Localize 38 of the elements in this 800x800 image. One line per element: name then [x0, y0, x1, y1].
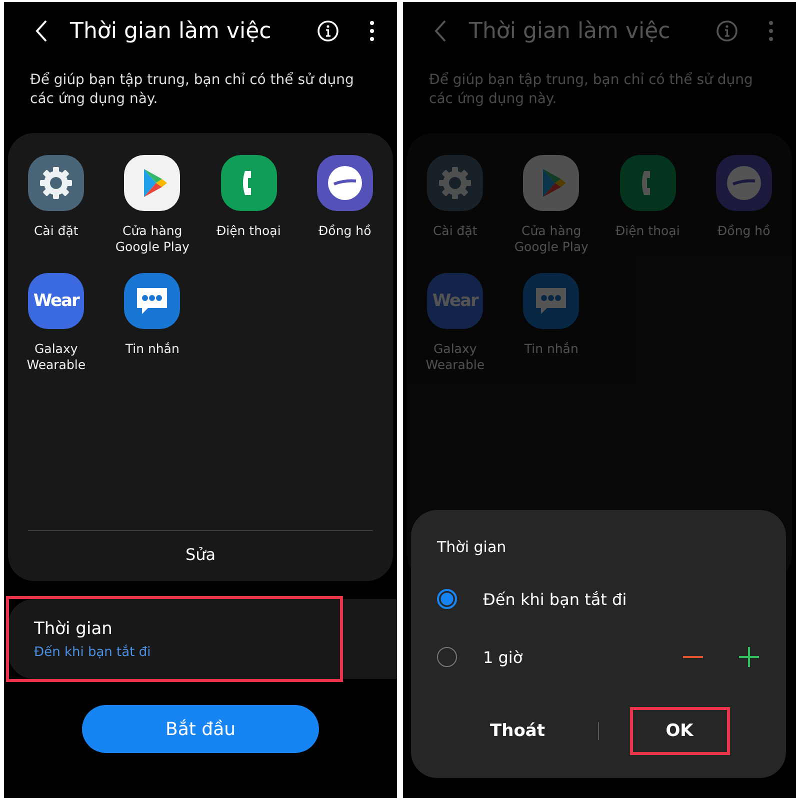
app-label: Đồng hồ [718, 223, 770, 239]
gear-icon[interactable] [28, 155, 84, 211]
app-label: Galaxy Wearable [26, 341, 87, 373]
app-label: Cài đặt [34, 223, 78, 239]
app-label: Tin nhắn [125, 341, 180, 357]
app-label: Cửa hàng Google Play [513, 223, 590, 255]
option-label: 1 giờ [483, 648, 524, 666]
app-label: Cài đặt [432, 223, 478, 239]
dialog-button[interactable]: OK [630, 707, 730, 755]
radio-button[interactable] [437, 647, 457, 667]
info-icon[interactable] [317, 20, 339, 42]
description-text: Để giúp bạn tập trung, bạn chỉ có thể sử dụng các ứng dụng này. [30, 71, 355, 109]
start-button[interactable]: Bắt đầu [82, 705, 319, 753]
clock-icon[interactable] [316, 155, 373, 211]
page-title: Thời gian làm việc [70, 18, 272, 44]
option-label: Đến khi bạn tắt đi [483, 590, 628, 608]
play-store-icon[interactable] [124, 155, 180, 211]
radio-button[interactable] [437, 589, 457, 609]
app-label: Cửa hàng Google Play [114, 223, 190, 255]
edit-button[interactable]: Sửa [165, 531, 236, 577]
back-icon[interactable] [34, 19, 48, 43]
app-label: Đồng hồ [318, 223, 372, 239]
app-label: Galaxy Wearable [424, 341, 486, 373]
more-options-icon[interactable] [369, 20, 375, 42]
dialog-title: Thời gian [437, 538, 506, 556]
description-text: Để giúp bạn tập trung, bạn chỉ có thể sử dụng các ứng dụng này. [429, 71, 754, 109]
time-value: Đến khi bạn tắt đi [34, 644, 152, 660]
app-label: Điện thoại [216, 223, 281, 239]
dialog-button[interactable]: Thoát [461, 707, 574, 755]
time-setting-row[interactable]: Thời gian Đến khi bạn tắt đi [8, 599, 397, 679]
chat-bubble-icon[interactable] [124, 273, 180, 329]
phone-icon[interactable] [220, 155, 277, 211]
page-title: Thời gian làm việc [469, 18, 672, 44]
plus-icon[interactable] [738, 646, 760, 668]
time-label: Thời gian [34, 618, 114, 638]
app-label: Tin nhắn [524, 341, 578, 357]
app-label: Điện thoại [615, 223, 680, 239]
wear-app-icon[interactable]: Wear [28, 273, 84, 329]
